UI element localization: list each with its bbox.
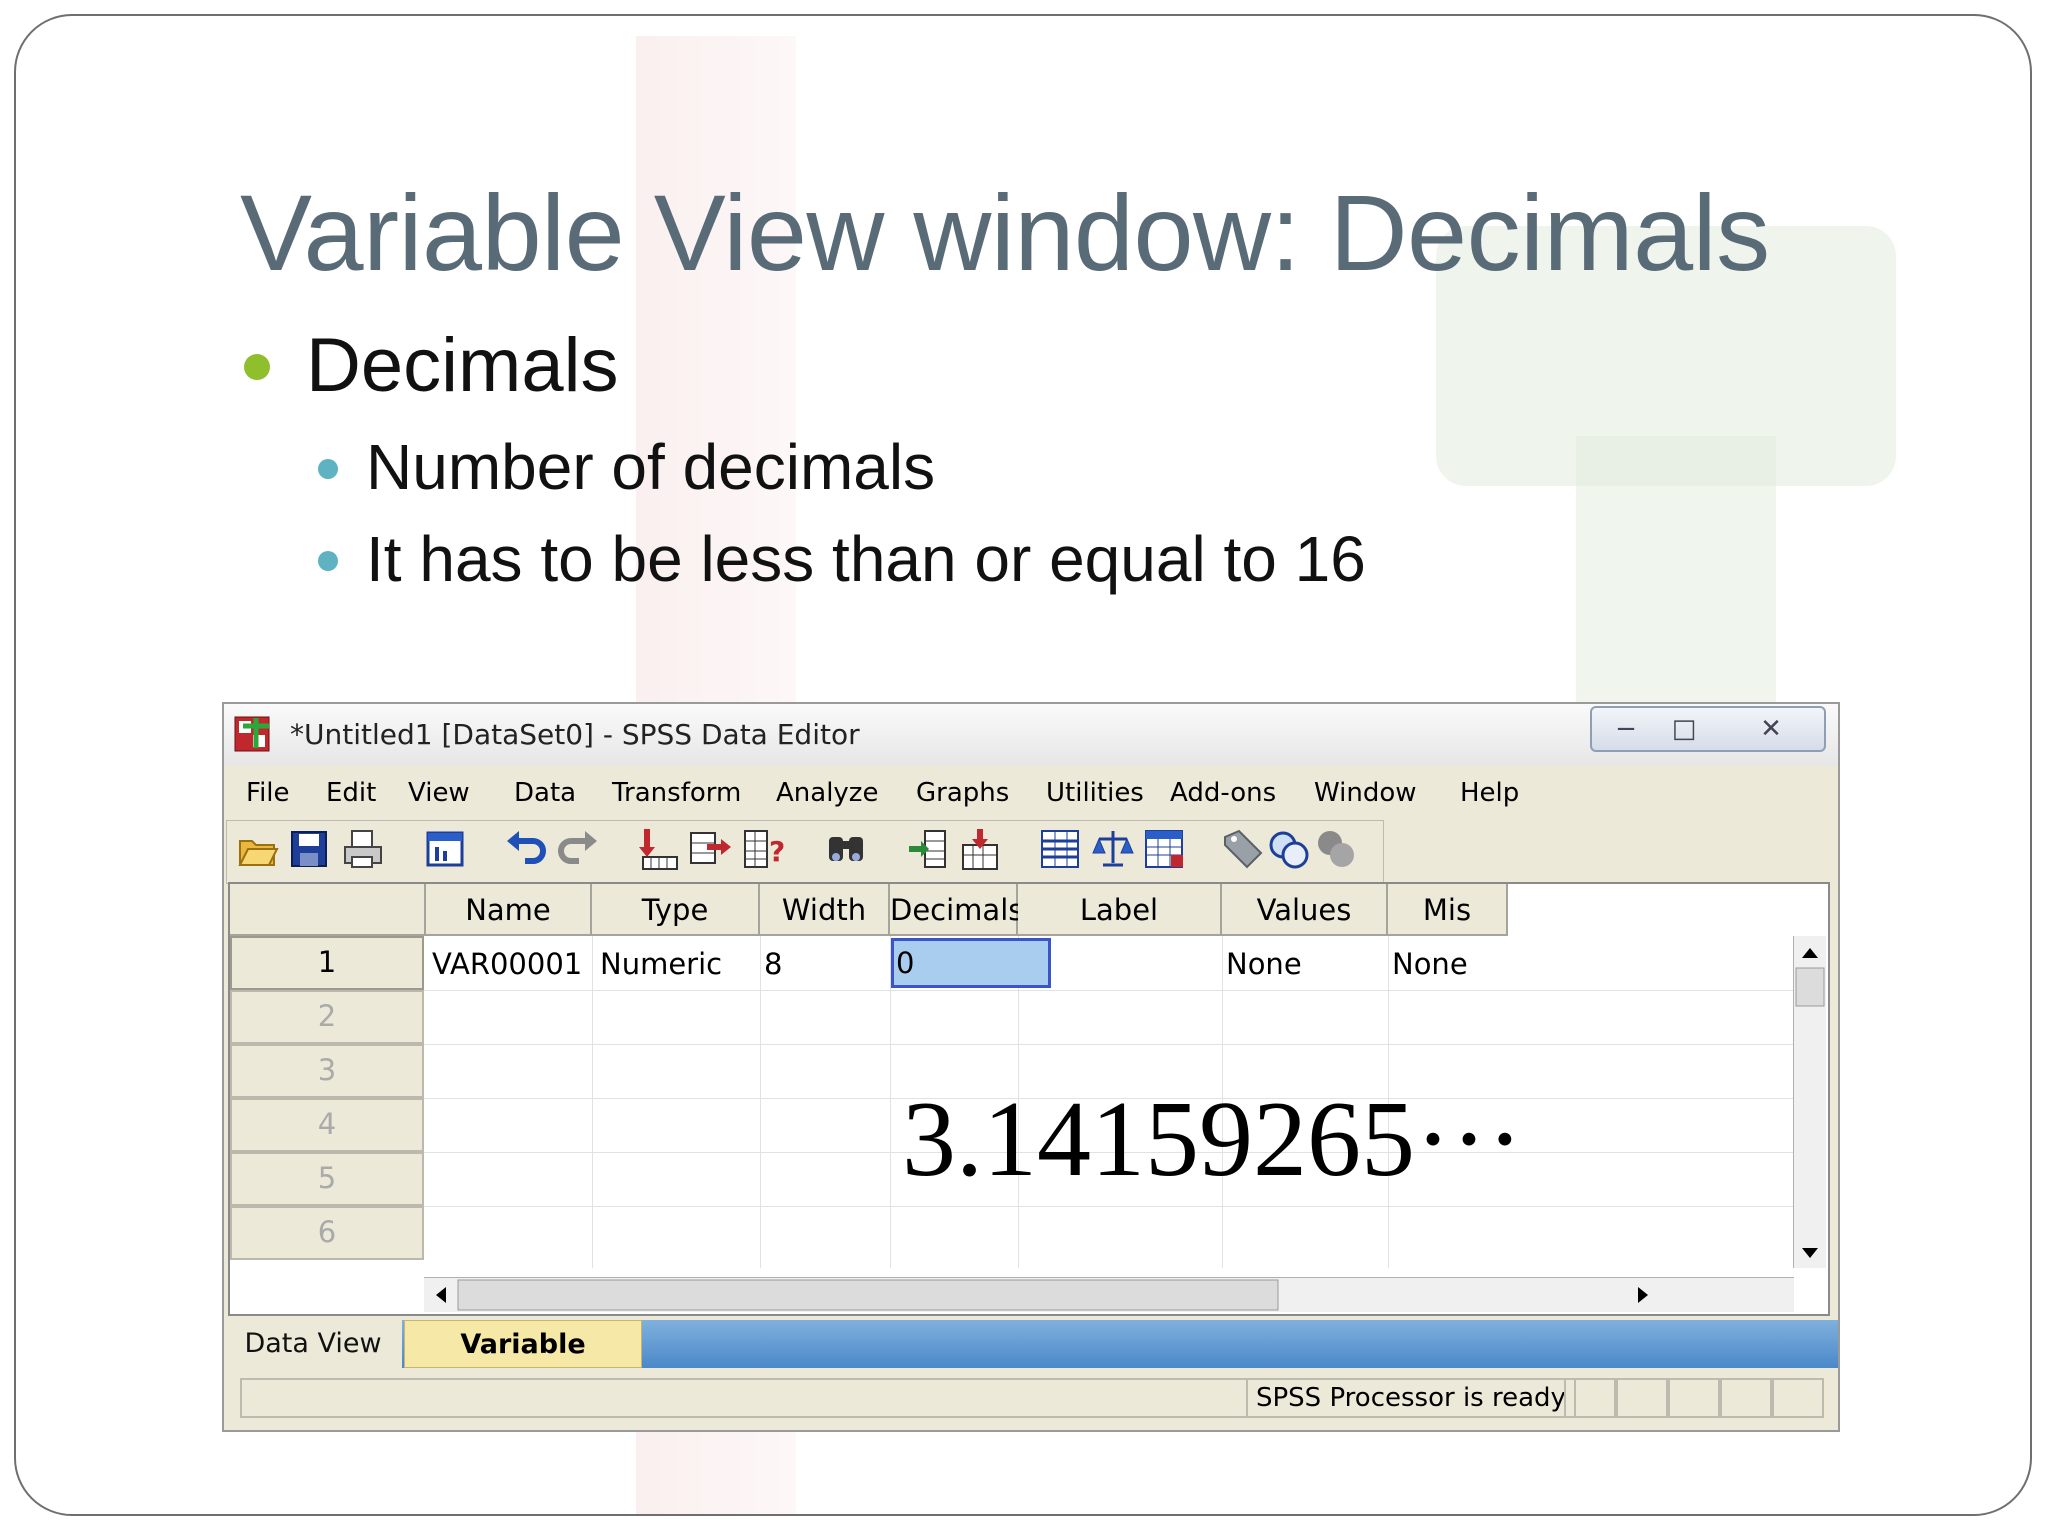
bullet-dot-icon <box>318 459 338 479</box>
menu-help[interactable]: Help <box>1460 778 1519 808</box>
spss-window: *Untitled1 [DataSet0] - SPSS Data Editor… <box>222 702 1840 1432</box>
cell-missing[interactable]: None <box>1392 940 1468 988</box>
vertical-scrollbar-graphic <box>1795 948 1825 1258</box>
insert-cases-icon[interactable] <box>907 827 951 871</box>
column-header-type[interactable]: Type <box>592 884 760 936</box>
menu-add-ons[interactable]: Add-ons <box>1170 778 1276 808</box>
spss-app-icon <box>234 716 270 752</box>
undo-icon[interactable] <box>505 827 549 871</box>
row-header-6[interactable]: 6 <box>230 1206 424 1260</box>
show-all-variables-icon[interactable] <box>1315 827 1359 871</box>
insert-variable-icon[interactable] <box>959 827 1003 871</box>
row-header-5[interactable]: 5 <box>230 1152 424 1206</box>
menu-analyze[interactable]: Analyze <box>776 778 878 808</box>
goto-variable-icon[interactable] <box>689 827 733 871</box>
find-icon[interactable] <box>825 827 869 871</box>
column-header-label[interactable]: Label <box>1018 884 1222 936</box>
grid-line <box>760 936 761 1268</box>
slide-title: Variable View window: Decimals <box>240 172 1770 293</box>
goto-case-icon[interactable] <box>637 827 681 871</box>
select-cases-icon[interactable] <box>1143 827 1187 871</box>
menu-bar: File Edit View Data Transform Analyze Gr… <box>224 766 1838 820</box>
row-header-1[interactable]: 1 <box>230 936 424 990</box>
cell-type[interactable]: Numeric <box>600 940 722 988</box>
window-title: *Untitled1 [DataSet0] - SPSS Data Editor <box>290 718 860 751</box>
status-segment <box>1668 1378 1720 1418</box>
row-header-4[interactable]: 4 <box>230 1098 424 1152</box>
menu-graphs[interactable]: Graphs <box>916 778 1009 808</box>
view-tabs: Data View Variable View <box>224 1320 1838 1408</box>
open-folder-icon[interactable] <box>237 827 279 871</box>
bullet-text: Decimals <box>306 323 619 408</box>
menu-utilities[interactable]: Utilities <box>1046 778 1144 808</box>
status-field <box>240 1378 1248 1418</box>
value-labels-icon[interactable] <box>1221 827 1265 871</box>
pi-example-overlay: 3.14159265··· <box>902 1080 1523 1199</box>
status-segment <box>1564 1378 1616 1418</box>
cell-width[interactable]: 8 <box>764 940 782 988</box>
close-button[interactable]: ✕ <box>1722 708 1820 750</box>
processor-status: SPSS Processor is ready <box>1246 1378 1576 1418</box>
grid-line <box>592 936 593 1268</box>
column-header-decimals[interactable]: Decimals <box>890 884 1023 936</box>
bullet-dot-icon <box>244 354 270 380</box>
toolbar: ? <box>226 820 1384 884</box>
corner-header <box>230 884 426 936</box>
menu-edit[interactable]: Edit <box>326 778 376 808</box>
redo-icon[interactable] <box>555 827 599 871</box>
svg-text:?: ? <box>769 835 785 868</box>
status-segment <box>1720 1378 1772 1418</box>
column-header-name[interactable]: Name <box>426 884 592 936</box>
sub-bullet-text: Number of decimals <box>366 431 936 503</box>
split-file-icon[interactable] <box>1039 827 1083 871</box>
status-segment <box>1772 1378 1824 1418</box>
cell-name[interactable]: VAR00001 <box>432 940 582 988</box>
column-header-width[interactable]: Width <box>760 884 890 936</box>
horizontal-scrollbar-graphic <box>436 1279 1648 1311</box>
watermark-shape-stem <box>1576 436 1776 736</box>
menu-view[interactable]: View <box>408 778 470 808</box>
status-bar: SPSS Processor is ready <box>224 1368 1838 1430</box>
dialog-recall-icon[interactable] <box>425 827 467 871</box>
menu-data[interactable]: Data <box>514 778 576 808</box>
grid-line <box>424 1044 1794 1045</box>
grid-line <box>424 990 1794 991</box>
window-titlebar[interactable]: *Untitled1 [DataSet0] - SPSS Data Editor… <box>224 704 1838 766</box>
print-icon[interactable] <box>341 827 385 871</box>
row-header-3[interactable]: 3 <box>230 1044 424 1098</box>
tab-variable-view[interactable]: Variable View <box>404 1320 642 1408</box>
horizontal-scrollbar[interactable] <box>424 1277 1794 1312</box>
row-header-2[interactable]: 2 <box>230 990 424 1044</box>
weight-cases-icon[interactable] <box>1091 827 1135 871</box>
variables-info-icon[interactable]: ? <box>743 827 787 871</box>
vertical-scrollbar[interactable] <box>1793 936 1826 1268</box>
menu-transform[interactable]: Transform <box>612 778 741 808</box>
maximize-button[interactable]: □ <box>1656 708 1712 750</box>
cell-values[interactable]: None <box>1226 940 1302 988</box>
cell-decimals-selected[interactable]: 0 <box>891 938 1051 988</box>
bullet-dot-icon <box>318 551 338 571</box>
save-icon[interactable] <box>289 827 329 871</box>
window-controls: − □ ✕ <box>1590 706 1826 752</box>
minimize-button[interactable]: − <box>1598 708 1654 750</box>
tab-data-view[interactable]: Data View <box>224 1320 402 1368</box>
use-sets-icon[interactable] <box>1267 827 1311 871</box>
menu-window[interactable]: Window <box>1314 778 1417 808</box>
column-header-missing[interactable]: Mis <box>1388 884 1508 936</box>
column-header-values[interactable]: Values <box>1222 884 1388 936</box>
status-segment <box>1616 1378 1668 1418</box>
sub-bullet-text: It has to be less than or equal to 16 <box>366 523 1366 595</box>
menu-file[interactable]: File <box>246 778 290 808</box>
grid-line <box>424 1206 1794 1207</box>
